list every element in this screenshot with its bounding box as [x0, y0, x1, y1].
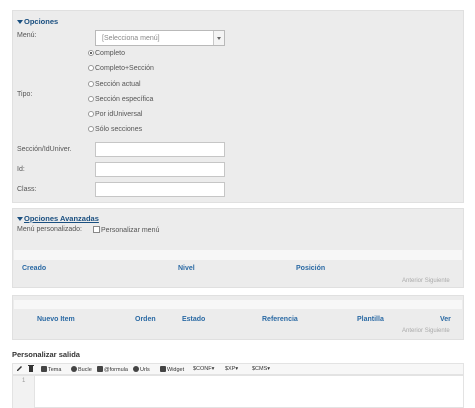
table1-next-link[interactable]: Siguiente [425, 278, 450, 284]
class-input[interactable] [95, 182, 225, 197]
toolbar-button-label: Widget [167, 367, 185, 373]
tipo-option-label: Completo+Sección [95, 65, 154, 72]
tipo-option[interactable]: Por idUniversal [88, 111, 142, 118]
toolbar-button-label: @formula [104, 367, 128, 373]
tipo-option-label: Sección específica [95, 96, 154, 103]
tipo-label: Tipo: [17, 91, 33, 98]
custom-menu-label: Menú personalizado: [17, 226, 82, 233]
menu-label: Menú: [17, 32, 37, 39]
link-icon [133, 366, 139, 372]
tipo-option[interactable]: Completo [88, 50, 125, 57]
toolbar-button-label: $XP [225, 366, 236, 372]
custom-menu-checkbox[interactable] [93, 226, 100, 233]
toolbar-button-label: Tema [48, 367, 62, 373]
table1-filter-row [14, 250, 462, 260]
tipo-option-label: Sólo secciones [95, 126, 143, 133]
tipo-radio[interactable] [88, 50, 94, 56]
loop-icon [71, 366, 77, 372]
tipo-option-label: Completo [95, 50, 125, 57]
caret-down-icon: ▾ [235, 366, 239, 372]
toolbar-button[interactable]: $CMS▾ [252, 366, 270, 372]
tipo-radio[interactable] [88, 126, 94, 132]
tipo-option[interactable]: Sección específica [88, 96, 153, 103]
table2-next-link[interactable]: Siguiente [425, 328, 450, 334]
chevron-down-icon [213, 31, 224, 45]
toolbar-button[interactable]: $XP▾ [225, 366, 238, 372]
menu-select[interactable]: [Selecciona menú] [95, 30, 225, 46]
table1-header-creado[interactable]: Creado [22, 265, 46, 272]
line-number: 1 [22, 378, 26, 384]
collapse-options-icon[interactable] [17, 20, 23, 24]
tipo-option[interactable]: Sólo secciones [88, 126, 142, 133]
theme-icon [41, 366, 47, 372]
output-title: Personalizar salida [12, 350, 80, 359]
toolbar-button-label: $CONF [193, 366, 212, 372]
tipo-option[interactable]: Completo+Sección [88, 65, 154, 72]
table2-header-nuevo-item[interactable]: Nuevo Item [37, 316, 75, 323]
pencil-icon[interactable] [16, 365, 23, 374]
table2-header-orden[interactable]: Orden [135, 316, 156, 323]
tipo-radio[interactable] [88, 111, 94, 117]
table1-header-posicion[interactable]: Posición [296, 265, 325, 272]
table2-header-ver[interactable]: Ver [440, 316, 451, 323]
trash-icon[interactable] [28, 365, 34, 374]
table2-pager: Anterior Siguiente [402, 328, 450, 334]
toolbar-button-label: Urls [140, 367, 150, 373]
options-panel [12, 10, 464, 203]
tipo-radio[interactable] [88, 65, 94, 71]
tipo-option[interactable]: Sección actual [88, 81, 141, 88]
widget-icon [160, 366, 166, 372]
caret-down-icon: ▾ [267, 366, 271, 372]
id-label: Id: [17, 166, 25, 173]
code-editor[interactable] [12, 375, 464, 408]
collapse-advanced-icon[interactable] [17, 217, 23, 221]
tipo-radio[interactable] [88, 81, 94, 87]
seccion-label: Sección/IdUniver. [17, 146, 72, 153]
table2-filter-row [14, 300, 462, 309]
custom-menu-checkbox-label: Personalizar menú [101, 227, 160, 234]
tipo-option-label: Por idUniversal [95, 111, 143, 118]
tipo-radio[interactable] [88, 96, 94, 102]
id-input[interactable] [95, 162, 225, 177]
table1-header-nivel[interactable]: Nivel [178, 265, 195, 272]
toolbar-button-label: $CMS [252, 366, 268, 372]
toolbar-button[interactable]: Widget [160, 366, 184, 373]
menu-select-value: [Selecciona menú] [102, 35, 160, 42]
custom-menu-checkbox-row[interactable]: Personalizar menú [93, 226, 159, 234]
options-title: Opciones [24, 17, 59, 26]
seccion-input[interactable] [95, 142, 225, 157]
toolbar-button[interactable]: Tema [41, 366, 61, 373]
toolbar-button[interactable]: $CONF▾ [193, 366, 214, 372]
advanced-title[interactable]: Opciones Avanzadas [24, 214, 99, 223]
class-label: Class: [17, 186, 37, 193]
table1-prev-link[interactable]: Anterior [402, 278, 423, 284]
toolbar-button[interactable]: Urls [133, 366, 150, 373]
toolbar-button[interactable]: @formula [97, 366, 128, 373]
formula-icon [97, 366, 103, 372]
toolbar-button-label: Bucle [78, 367, 92, 373]
table2-header-estado[interactable]: Estado [182, 316, 205, 323]
table2-prev-link[interactable]: Anterior [402, 328, 423, 334]
toolbar-button[interactable]: Bucle [71, 366, 92, 373]
table2-header-plantilla[interactable]: Plantilla [357, 316, 384, 323]
table1-pager: Anterior Siguiente [402, 278, 450, 284]
table2-header-referencia[interactable]: Referencia [262, 316, 298, 323]
caret-down-icon: ▾ [211, 366, 215, 372]
tipo-option-label: Sección actual [95, 81, 141, 88]
